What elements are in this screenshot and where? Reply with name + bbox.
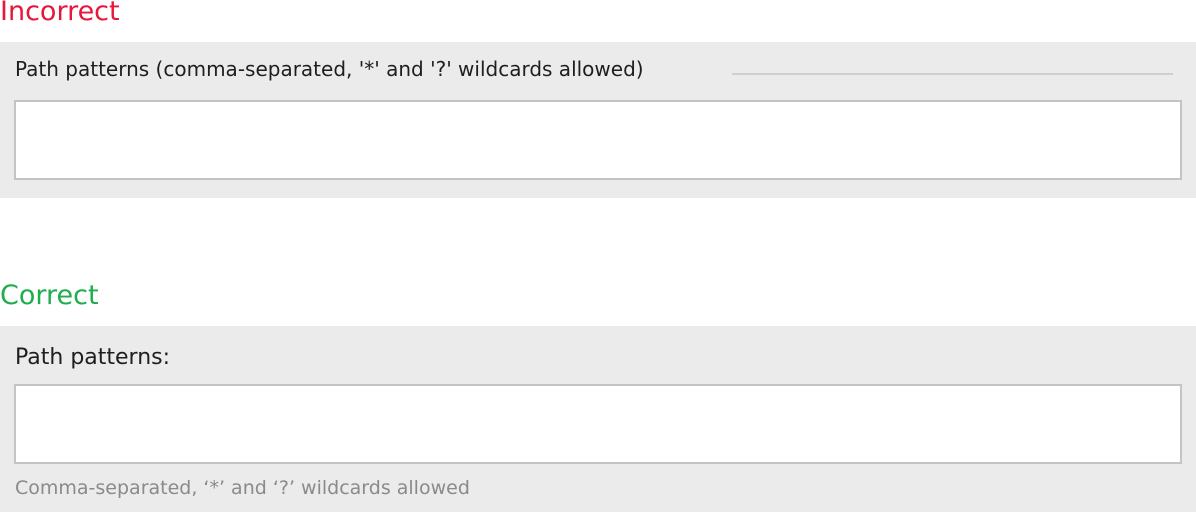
- wildcards-hint-text: Comma-separated, ‘*’ and ‘?’ wildcards a…: [15, 477, 470, 499]
- path-patterns-input-correct[interactable]: [14, 384, 1182, 464]
- path-patterns-input-incorrect[interactable]: [14, 100, 1182, 180]
- path-patterns-label: Path patterns:: [15, 345, 171, 370]
- incorrect-heading: Incorrect: [0, 0, 120, 27]
- correct-heading: Correct: [0, 280, 99, 311]
- incorrect-example-panel: Path patterns (comma-separated, '*' and …: [0, 42, 1196, 198]
- title-separator-line: [732, 73, 1173, 75]
- path-patterns-titled-label: Path patterns (comma-separated, '*' and …: [15, 57, 644, 81]
- correct-example-panel: Path patterns: Comma-separated, ‘*’ and …: [0, 326, 1196, 512]
